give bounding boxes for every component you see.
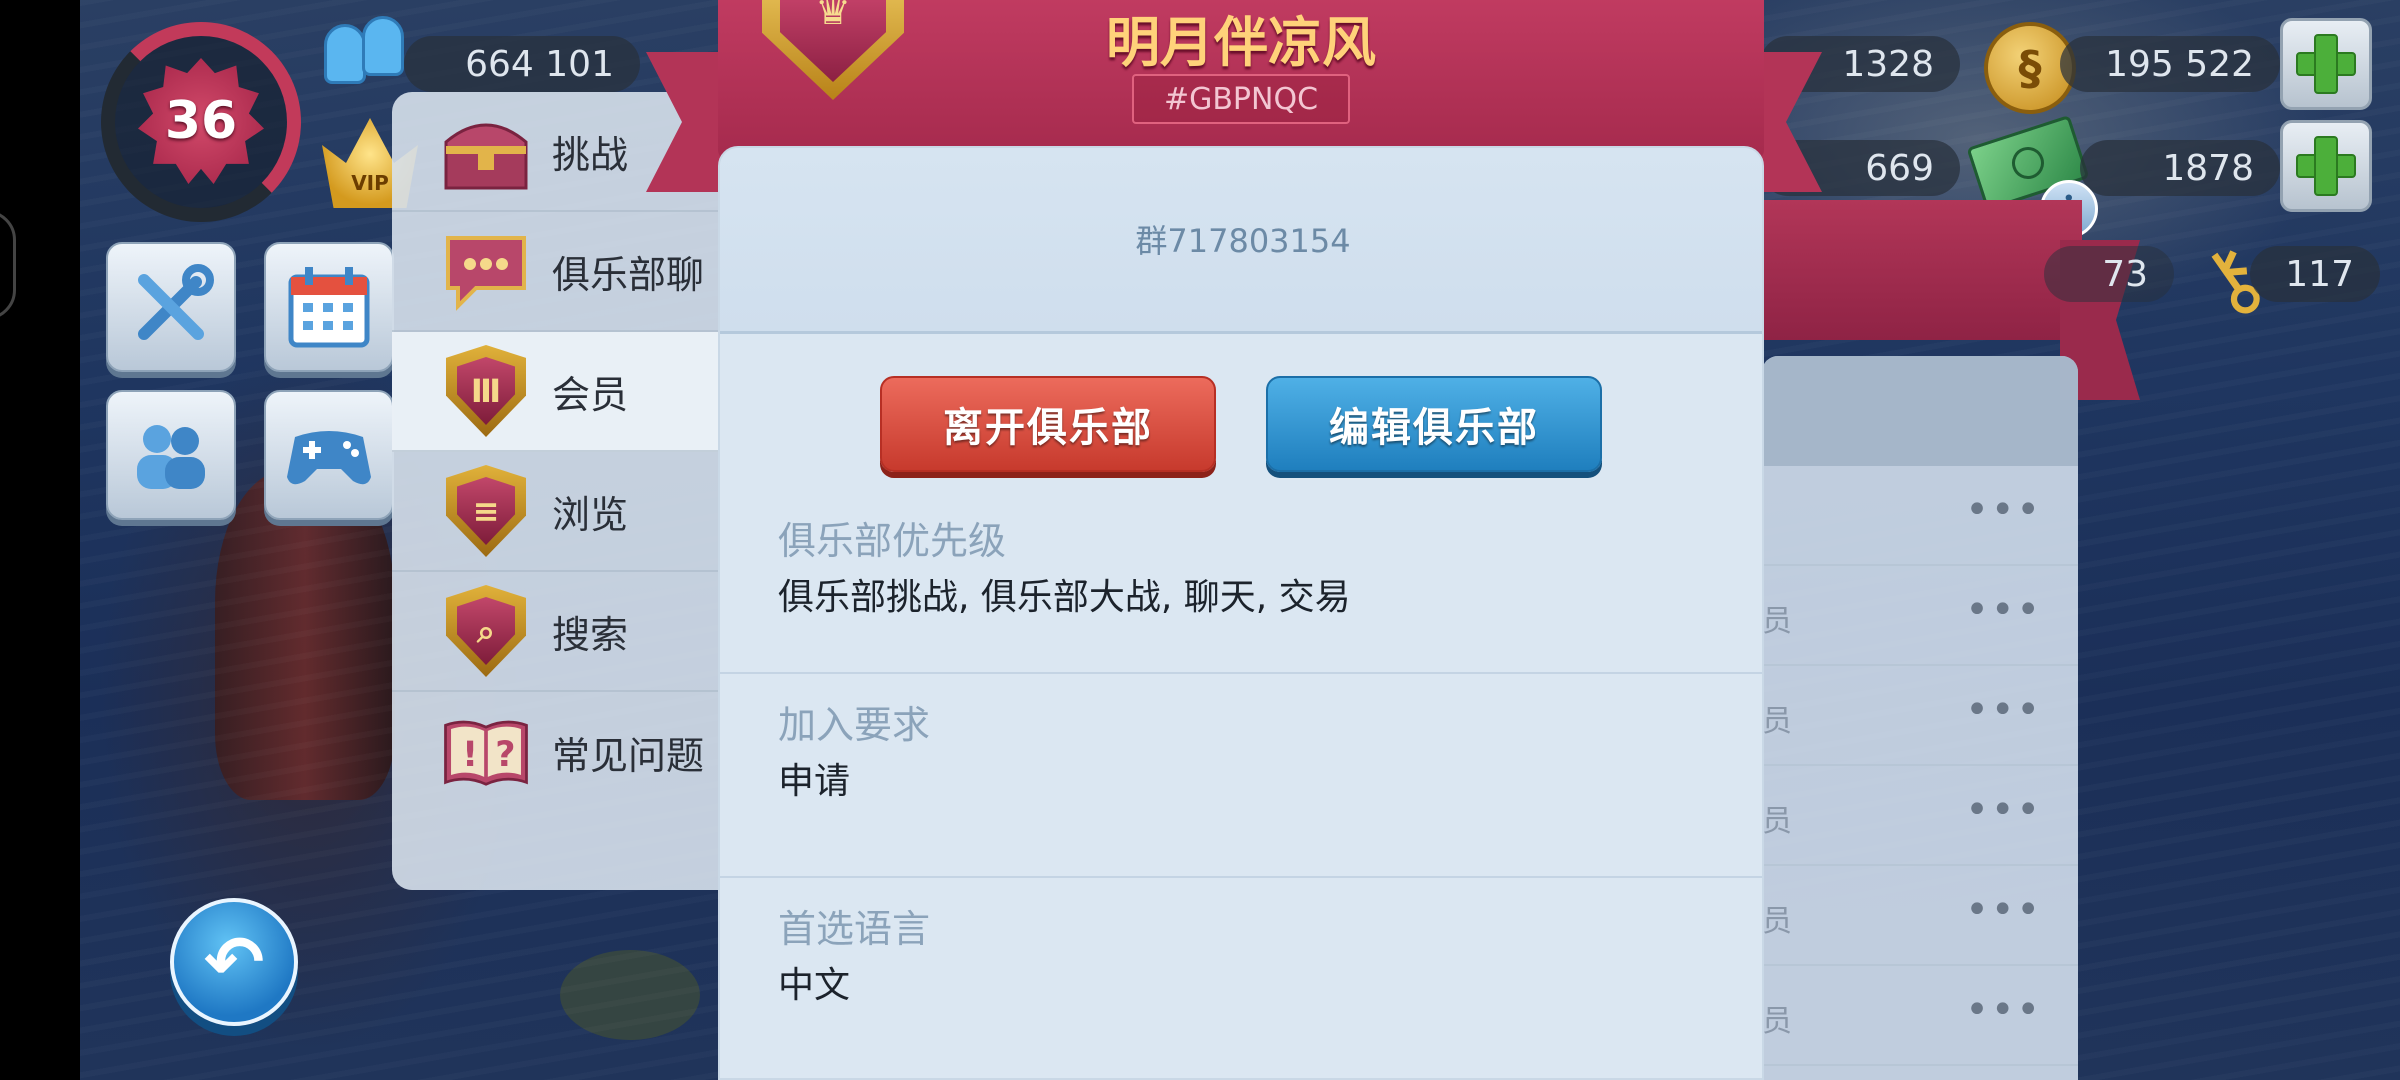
add-cash-button[interactable] bbox=[2280, 120, 2372, 212]
camera-notch bbox=[0, 210, 16, 320]
menu-label-members: 会员 bbox=[552, 372, 629, 417]
menu-label-browse: 浏览 bbox=[552, 492, 629, 537]
club-description-area: 群717803154 bbox=[720, 148, 1762, 334]
club-priority-section: 俱乐部优先级 俱乐部挑战, 俱乐部大战, 聊天, 交易 bbox=[720, 492, 1762, 674]
chat-bubble-icon bbox=[440, 225, 532, 317]
member-row[interactable]: 员 ••• bbox=[1762, 666, 2078, 766]
menu-label-club-chat: 俱乐部聊 bbox=[552, 252, 705, 297]
menu-item-search[interactable]: ⌕ 搜索 bbox=[392, 572, 752, 692]
member-row[interactable]: ••• bbox=[1762, 466, 2078, 566]
club-dialog-body: 群717803154 离开俱乐部 编辑俱乐部 俱乐部优先级 俱乐部挑战, 俱乐部… bbox=[718, 146, 1764, 1080]
member-row[interactable]: 员 ••• bbox=[1762, 566, 2078, 666]
players-count-pill: 664 101 bbox=[404, 36, 640, 92]
more-options-icon[interactable]: ••• bbox=[1965, 890, 2042, 930]
calendar-icon bbox=[288, 267, 370, 348]
member-role-fragment: 员 bbox=[1762, 704, 1792, 739]
treasure-chest-icon bbox=[440, 105, 532, 197]
join-requirement-value: 申请 bbox=[778, 761, 851, 802]
more-options-icon[interactable]: ••• bbox=[1965, 790, 2042, 830]
faq-book-icon: ? ! bbox=[440, 706, 532, 798]
svg-text:?: ? bbox=[495, 735, 515, 775]
club-name: 明月伴凉风 bbox=[1106, 11, 1376, 74]
member-role-fragment: 员 bbox=[1762, 904, 1792, 939]
coins-value: 195 522 bbox=[2105, 43, 2254, 85]
stat-3-pill: 73 bbox=[2044, 246, 2174, 302]
preferred-language-label: 首选语言 bbox=[778, 907, 931, 951]
preferred-language-value: 中文 bbox=[778, 965, 851, 1006]
join-requirement-section: 加入要求 申请 bbox=[720, 674, 1762, 878]
more-options-icon[interactable]: ••• bbox=[1965, 990, 2042, 1030]
club-banner-background bbox=[1762, 200, 2082, 340]
member-list-header bbox=[1762, 356, 2078, 466]
level-number: 36 bbox=[164, 91, 238, 151]
stat-3-value: 73 bbox=[2102, 253, 2148, 295]
wrench-screwdriver-icon bbox=[138, 264, 214, 340]
menu-item-browse[interactable]: ≡ 浏览 bbox=[392, 452, 752, 572]
leave-club-button[interactable]: 离开俱乐部 bbox=[880, 376, 1216, 472]
member-role-fragment: 员 bbox=[1762, 604, 1792, 639]
menu-label-search: 搜索 bbox=[552, 612, 629, 657]
boat-background bbox=[560, 950, 700, 1040]
more-options-icon[interactable]: ••• bbox=[1965, 490, 2042, 530]
preferred-language-section: 首选语言 中文 bbox=[720, 878, 1762, 1078]
gamepad-icon bbox=[287, 431, 371, 485]
member-role-fragment: 员 bbox=[1762, 804, 1792, 839]
club-priority-label: 俱乐部优先级 bbox=[778, 519, 1007, 563]
keys-pill: 117 bbox=[2250, 246, 2380, 302]
member-row[interactable]: 员 ••• bbox=[1762, 966, 2078, 1066]
friends-button[interactable] bbox=[106, 390, 236, 520]
cash-value: 1878 bbox=[2162, 147, 2254, 189]
member-role-fragment: 员 bbox=[1762, 1004, 1792, 1039]
member-row[interactable]: 员 ••• bbox=[1762, 866, 2078, 966]
device-left-bar bbox=[0, 0, 80, 1080]
vip-label: VIP bbox=[351, 171, 389, 195]
club-shield-icon: Ⅲ bbox=[440, 345, 532, 437]
stat-1-value: 1328 bbox=[1842, 43, 1934, 85]
back-button[interactable]: ↶ bbox=[170, 898, 298, 1026]
browse-shield-icon: ≡ bbox=[440, 465, 532, 557]
svg-text:!: ! bbox=[462, 735, 478, 775]
games-button[interactable] bbox=[264, 390, 394, 520]
add-coins-button[interactable] bbox=[2280, 18, 2372, 110]
member-list-panel: ••• 员 ••• 员 ••• 员 ••• 员 ••• 员 ••• bbox=[1762, 356, 2078, 1080]
calendar-button[interactable] bbox=[264, 242, 394, 372]
menu-label-challenge: 挑战 bbox=[552, 132, 629, 177]
friends-icon bbox=[137, 425, 205, 489]
tools-button[interactable] bbox=[106, 242, 236, 372]
keys-value: 117 bbox=[2285, 253, 2354, 295]
menu-item-club-chat[interactable]: 俱乐部聊 bbox=[392, 212, 752, 332]
stat-2-value: 669 bbox=[1865, 147, 1934, 189]
cash-pill: 1878 bbox=[2080, 140, 2280, 196]
coin-symbol: § bbox=[2018, 41, 2042, 95]
club-tag: #GBPNQC bbox=[1132, 74, 1350, 124]
coins-pill: 195 522 bbox=[2060, 36, 2280, 92]
club-dialog-header: ♛ 明月伴凉风 #GBPNQC bbox=[718, 0, 1764, 160]
players-count: 664 101 bbox=[465, 43, 614, 85]
club-priority-value: 俱乐部挑战, 俱乐部大战, 聊天, 交易 bbox=[778, 577, 1351, 618]
club-description: 群717803154 bbox=[1135, 222, 1351, 260]
more-options-icon[interactable]: ••• bbox=[1965, 690, 2042, 730]
search-shield-icon: ⌕ bbox=[440, 585, 532, 677]
edit-club-button[interactable]: 编辑俱乐部 bbox=[1266, 376, 1602, 472]
join-requirement-label: 加入要求 bbox=[778, 703, 931, 747]
more-options-icon[interactable]: ••• bbox=[1965, 590, 2042, 630]
menu-label-faq: 常见问题 bbox=[552, 733, 705, 778]
menu-item-members[interactable]: Ⅲ 会员 bbox=[392, 332, 752, 452]
member-row[interactable]: 员 ••• bbox=[1762, 766, 2078, 866]
menu-item-faq[interactable]: ? ! 常见问题 bbox=[392, 692, 752, 812]
club-menu-panel: 挑战 俱乐部聊 Ⅲ 会员 ≡ 浏览 ⌕ 搜索 ? ! 常见问题 bbox=[392, 92, 752, 890]
back-arrow-icon: ↶ bbox=[203, 920, 265, 1004]
